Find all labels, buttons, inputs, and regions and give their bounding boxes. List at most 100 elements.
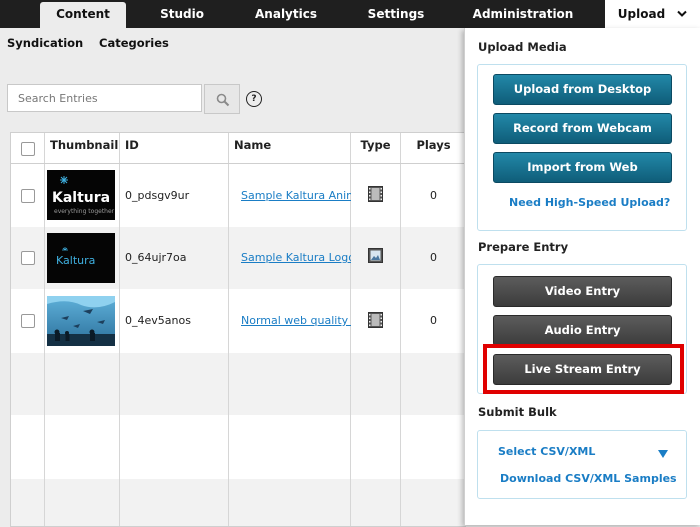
plays-cell: 0 [401, 227, 466, 289]
name-cell: Normal web quality video [229, 289, 351, 353]
select-all-checkbox[interactable] [21, 142, 35, 156]
tab-upload[interactable]: Upload [605, 0, 700, 28]
empty-cell [351, 479, 401, 526]
help-icon[interactable]: ? [246, 91, 262, 107]
import-from-web-button[interactable]: Import from Web [493, 152, 672, 183]
row-checkbox-cell [11, 227, 45, 289]
row-checkbox[interactable] [21, 251, 35, 265]
name-cell: Sample Kaltura Animated Logo [229, 164, 351, 227]
thumbnail-cell: Kaltura everything together [45, 164, 120, 227]
tab-settings[interactable]: Settings [350, 0, 442, 28]
table-row[interactable]: Kaltura 0_64ujr7oa Sample Kaltura Logo 0 [11, 227, 466, 289]
empty-cell [45, 479, 120, 526]
thumbnail-cell: Kaltura [45, 227, 120, 289]
empty-cell [120, 353, 229, 415]
id-cell: 0_64ujr7oa [120, 227, 229, 289]
search-button[interactable] [204, 84, 240, 114]
empty-cell [351, 415, 401, 479]
tab-analytics[interactable]: Analytics [238, 0, 334, 28]
video-icon [368, 186, 383, 205]
video-icon [368, 312, 383, 331]
header-id[interactable]: ID [120, 133, 229, 163]
table-row[interactable]: 0_4ev5anos Normal web quality video 0 [11, 289, 466, 353]
plays-count: 0 [430, 251, 437, 264]
upload-dropdown-panel: Upload Media Upload from Desktop Record … [464, 28, 700, 525]
empty-cell [120, 415, 229, 479]
type-cell [351, 227, 401, 289]
entries-table: Thumbnail ID Name Type Plays Kaltura eve… [10, 132, 466, 527]
download-csv-xml-samples-link[interactable]: Download CSV/XML Samples [500, 472, 677, 485]
tab-content[interactable]: Content [40, 2, 126, 28]
empty-cell [45, 353, 120, 415]
audio-entry-button[interactable]: Audio Entry [493, 315, 672, 346]
type-cell [351, 289, 401, 353]
thumbnail-cell [45, 289, 120, 353]
upload-from-desktop-button[interactable]: Upload from Desktop [493, 74, 672, 105]
row-checkbox[interactable] [21, 189, 35, 203]
tab-administration[interactable]: Administration [462, 0, 584, 28]
entry-name-link[interactable]: Sample Kaltura Logo [241, 251, 351, 264]
entry-id: 0_pdsgv9ur [125, 189, 190, 202]
highlight-box [483, 344, 684, 394]
thumbnail-aquarium-video[interactable] [47, 296, 115, 346]
entry-id: 0_64ujr7oa [125, 251, 187, 264]
empty-cell [229, 479, 351, 526]
header-checkbox-cell [11, 133, 45, 163]
empty-cell [11, 415, 45, 479]
entry-name-link[interactable]: Sample Kaltura Animated Logo [241, 189, 351, 202]
select-csv-xml-link[interactable]: Select CSV/XML [498, 445, 595, 458]
table-row[interactable]: Kaltura everything together 0_pdsgv9ur S… [11, 164, 466, 227]
triangle-down-icon[interactable] [658, 448, 668, 461]
empty-cell [45, 415, 120, 479]
thumb-logo-text: Kaltura [52, 190, 110, 206]
upload-media-box: Upload from Desktop Record from Webcam I… [477, 64, 687, 231]
plays-cell: 0 [401, 289, 466, 353]
tab-upload-label: Upload [617, 7, 666, 21]
thumb-logo-text: Kaltura [56, 254, 95, 267]
entry-id: 0_4ev5anos [125, 314, 191, 327]
empty-cell [11, 479, 45, 526]
plays-count: 0 [430, 189, 437, 202]
empty-cell [11, 353, 45, 415]
empty-cell [351, 353, 401, 415]
plays-cell: 0 [401, 164, 466, 227]
submit-bulk-title: Submit Bulk [478, 405, 557, 419]
plays-count: 0 [430, 314, 437, 327]
subnav-categories[interactable]: Categories [99, 36, 169, 50]
name-cell: Sample Kaltura Logo [229, 227, 351, 289]
upload-media-title: Upload Media [478, 40, 567, 54]
empty-row [11, 415, 466, 479]
empty-row [11, 479, 466, 526]
id-cell: 0_4ev5anos [120, 289, 229, 353]
search-input[interactable] [7, 84, 202, 112]
record-from-webcam-button[interactable]: Record from Webcam [493, 113, 672, 144]
row-checkbox-cell [11, 289, 45, 353]
header-plays[interactable]: Plays [401, 133, 466, 163]
prepare-entry-title: Prepare Entry [478, 240, 569, 254]
thumbnail-kaltura-animated[interactable]: Kaltura everything together [47, 170, 115, 220]
header-name[interactable]: Name [229, 133, 351, 163]
header-thumbnail[interactable]: Thumbnail [45, 133, 120, 163]
row-checkbox[interactable] [21, 314, 35, 328]
video-entry-button[interactable]: Video Entry [493, 276, 672, 307]
top-nav: Content Studio Analytics Settings Admini… [0, 0, 700, 28]
header-type[interactable]: Type [351, 133, 401, 163]
tab-studio[interactable]: Studio [140, 0, 224, 28]
empty-cell [120, 479, 229, 526]
submit-bulk-box: Select CSV/XML Download CSV/XML Samples [477, 430, 687, 499]
empty-cell [229, 353, 351, 415]
search-icon [216, 93, 230, 110]
chevron-down-icon [677, 1, 687, 29]
subnav-syndication[interactable]: Syndication [7, 36, 83, 50]
empty-row [11, 353, 466, 415]
high-speed-upload-link[interactable]: Need High-Speed Upload? [509, 196, 670, 209]
image-icon [368, 248, 383, 266]
type-cell [351, 164, 401, 227]
row-checkbox-cell [11, 164, 45, 227]
id-cell: 0_pdsgv9ur [120, 164, 229, 227]
thumbnail-kaltura-logo[interactable]: Kaltura [47, 233, 115, 283]
table-header: Thumbnail ID Name Type Plays [11, 133, 466, 164]
sub-nav: Syndication Categories [0, 28, 465, 58]
empty-cell [229, 415, 351, 479]
entry-name-link[interactable]: Normal web quality video [241, 314, 351, 327]
